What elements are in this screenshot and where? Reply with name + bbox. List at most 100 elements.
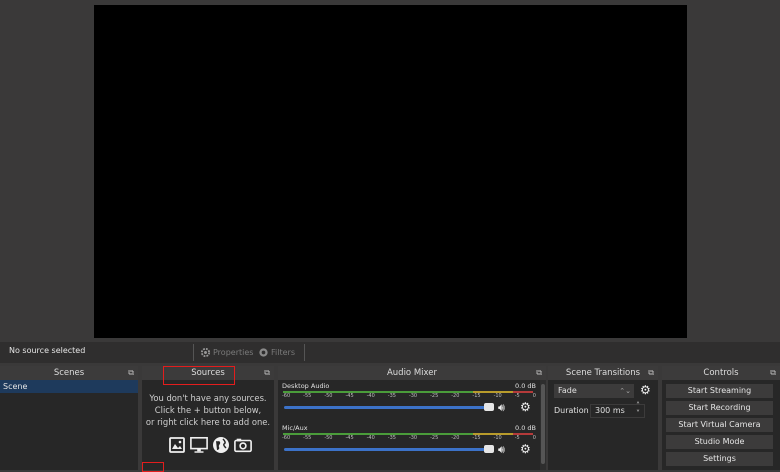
tick-label: -55 xyxy=(303,435,312,441)
volume-slider-handle[interactable] xyxy=(484,445,494,453)
mixer-track-mic: Mic/Aux 0.0 dB -60 -55 -50 -45 -40 -35 -30 -25-… xyxy=(282,424,542,464)
transition-selected-value: Fade xyxy=(558,386,577,395)
scrollbar-thumb[interactable] xyxy=(541,384,545,464)
tick-label: -30 xyxy=(408,435,418,441)
scenes-title: Scenes xyxy=(53,368,85,378)
undock-icon[interactable]: ⧉ xyxy=(128,366,134,380)
preview-canvas[interactable] xyxy=(94,5,687,338)
tick-label: -50 xyxy=(324,435,333,441)
undock-icon[interactable]: ⧉ xyxy=(536,366,542,380)
tick-label: -20 xyxy=(451,435,460,441)
camera-icon xyxy=(234,436,252,454)
track-name: Desktop Audio xyxy=(282,382,330,390)
transitions-title: Scene Transitions xyxy=(565,368,641,378)
tick-label: 0 xyxy=(532,393,536,399)
tick-label: -15 xyxy=(472,435,481,441)
selection-status: No source selected xyxy=(9,346,86,355)
start-recording-button[interactable]: Start Recording xyxy=(666,401,773,415)
controls-body: Start Streaming Start Recording Start Vi… xyxy=(662,380,780,470)
tick-label: -20 xyxy=(451,393,460,399)
empty-line: or right click here to add one. xyxy=(145,417,271,427)
gear-icon[interactable]: ⚙ xyxy=(520,400,531,414)
track-db: 0.0 dB xyxy=(515,424,536,432)
preview-area xyxy=(0,0,780,338)
divider xyxy=(193,344,194,361)
tick-label: -60 xyxy=(282,393,291,399)
tick-label: -35 xyxy=(387,435,396,441)
tick-label: 0 xyxy=(532,435,536,441)
meter-ticks: -60 -55 -50 -45 -40 -35 -30 -25 -20 -15 -10 -5 0 xyxy=(282,435,536,441)
mixer-track-desktop: Desktop Audio 0.0 dB -60 -55 -50 -45 -40 -35-… xyxy=(282,382,542,422)
filter-icon xyxy=(258,347,269,358)
tick-label: -30 xyxy=(408,393,418,399)
volume-slider-handle[interactable] xyxy=(484,403,494,411)
spin-down-icon[interactable]: ˅ xyxy=(636,410,640,418)
transitions-body: Fade ⌃⌄ ⚙ Duration 300 ms ˄ ˅ xyxy=(548,380,658,470)
properties-label: Properties xyxy=(213,348,254,357)
speaker-icon[interactable]: 🔊︎ xyxy=(498,401,505,415)
image-icon xyxy=(168,436,186,454)
audio-mixer-dock: Audio Mixer ⧉ Desktop Audio 0.0 dB -60 -5… xyxy=(278,366,546,470)
globe-icon xyxy=(212,436,230,454)
tick-label: -25 xyxy=(430,435,439,441)
highlight-add-button xyxy=(142,462,164,472)
display-icon xyxy=(190,436,208,454)
tick-label: -5 xyxy=(514,393,520,399)
tick-label: -50 xyxy=(324,393,333,399)
tick-label: -40 xyxy=(366,435,375,441)
source-type-icons xyxy=(168,436,252,454)
mixer-title: Audio Mixer xyxy=(386,368,438,378)
controls-dock: Controls ⧉ Start Streaming Start Recordi… xyxy=(662,366,780,470)
undock-icon[interactable]: ⧉ xyxy=(264,366,270,380)
tick-label: -55 xyxy=(303,393,312,399)
empty-line: Click the + button below, xyxy=(154,405,262,415)
duration-label: Duration xyxy=(554,406,589,415)
studio-mode-button[interactable]: Studio Mode xyxy=(666,435,773,449)
meter-ticks: -60 -55 -50 -45 -40 -35 -30 -25 -20 -15 -10 -5 0 xyxy=(282,393,536,399)
speaker-icon[interactable]: 🔊︎ xyxy=(498,443,505,457)
tick-label: -45 xyxy=(345,393,354,399)
tick-label: -40 xyxy=(366,393,375,399)
highlight-sources-title xyxy=(163,366,235,385)
sources-list[interactable]: You don't have any sources. Click the + … xyxy=(142,380,274,470)
mixer-scrollbar[interactable] xyxy=(540,380,546,470)
tick-label: -45 xyxy=(345,435,354,441)
undock-icon[interactable]: ⧉ xyxy=(648,366,654,380)
track-db: 0.0 dB xyxy=(515,382,536,390)
scene-transitions-dock: Scene Transitions ⧉ Fade ⌃⌄ ⚙ Duration 3… xyxy=(548,366,658,470)
duration-spinner[interactable]: ˄ ˅ xyxy=(636,402,640,418)
scenes-list: Scene xyxy=(0,380,138,470)
volume-slider[interactable] xyxy=(284,406,494,409)
tick-label: -25 xyxy=(430,393,439,399)
properties-button[interactable]: Properties xyxy=(200,345,253,360)
scenes-dock: Scenes ⧉ Scene xyxy=(0,366,138,470)
transitions-header: Scene Transitions ⧉ xyxy=(548,366,658,380)
undock-icon[interactable]: ⧉ xyxy=(770,366,776,380)
transition-select[interactable]: Fade ⌃⌄ xyxy=(554,384,634,398)
tick-label: -10 xyxy=(493,393,502,399)
gear-icon[interactable]: ⚙ xyxy=(640,383,651,397)
tick-label: -60 xyxy=(282,435,291,441)
mixer-header: Audio Mixer ⧉ xyxy=(278,366,546,380)
settings-button[interactable]: Settings xyxy=(666,452,773,466)
divider xyxy=(304,344,305,361)
scenes-header: Scenes ⧉ xyxy=(0,366,138,380)
start-streaming-button[interactable]: Start Streaming xyxy=(666,384,773,398)
volume-slider[interactable] xyxy=(284,448,494,451)
updown-arrows-icon: ⌃⌄ xyxy=(619,387,631,395)
controls-title: Controls xyxy=(703,368,739,378)
tick-label: -35 xyxy=(387,393,396,399)
tick-label: -10 xyxy=(493,435,502,441)
empty-sources-message: You don't have any sources. Click the + … xyxy=(142,392,274,428)
scene-item[interactable]: Scene xyxy=(0,380,138,393)
gear-icon[interactable]: ⚙ xyxy=(520,442,531,456)
empty-line: You don't have any sources. xyxy=(149,393,267,403)
start-virtual-camera-button[interactable]: Start Virtual Camera xyxy=(666,418,773,432)
tick-label: -5 xyxy=(514,435,520,441)
track-name: Mic/Aux xyxy=(282,424,308,432)
filters-button[interactable]: Filters xyxy=(258,345,295,360)
tick-label: -15 xyxy=(472,393,481,399)
gear-icon xyxy=(200,347,211,358)
filters-label: Filters xyxy=(271,348,295,357)
context-bar: No source selected Properties Filters xyxy=(0,342,780,363)
